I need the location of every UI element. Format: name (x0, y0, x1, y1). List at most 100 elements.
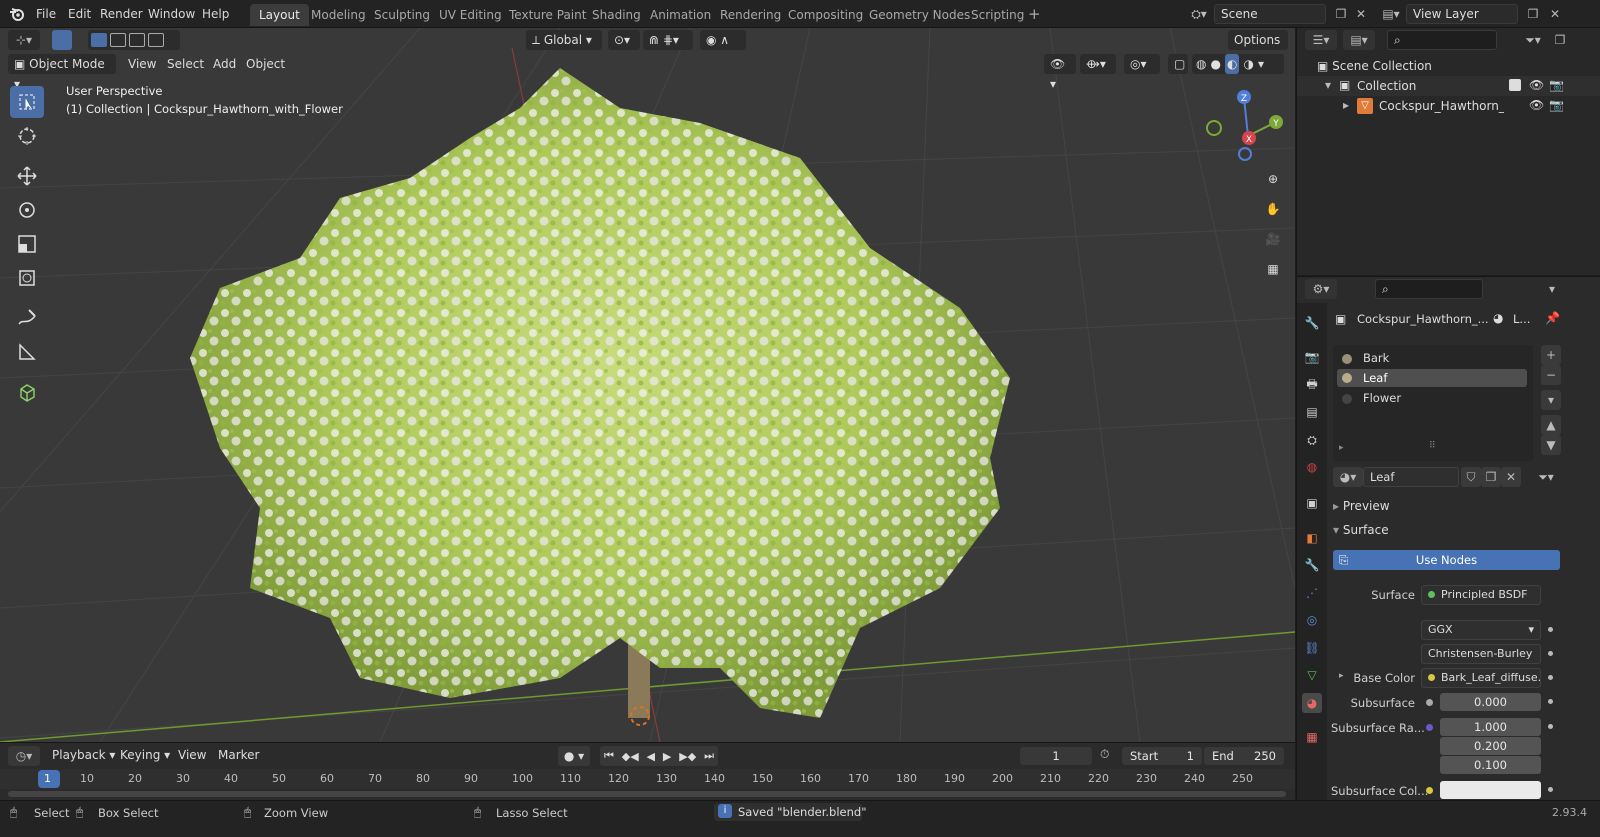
viewport-menu-view[interactable]: View (128, 54, 156, 74)
display-mode-icon[interactable]: ▤▾ (1343, 30, 1375, 50)
rendered-shading-icon[interactable]: ◑ (1243, 54, 1253, 74)
tab-scripting[interactable]: Scripting (962, 4, 1033, 26)
jump-keyframe-forward-icon[interactable]: ▶◆ (679, 750, 696, 763)
tool-measure-icon[interactable] (10, 336, 44, 368)
play-icon[interactable]: ▶ (663, 750, 671, 763)
gizmo-toggle-icon[interactable]: ⟴▾ (1080, 54, 1116, 74)
wireframe-shading-icon[interactable]: ◍ (1196, 54, 1206, 74)
status-report[interactable]: i Saved "blender.blend" (714, 803, 866, 821)
remove-slot-icon[interactable]: − (1541, 365, 1561, 385)
base-color-texture-field[interactable]: Bark_Leaf_diffuse.... (1421, 668, 1541, 688)
current-frame-field[interactable]: 1 (1020, 747, 1092, 765)
tool-transform-icon[interactable] (10, 262, 44, 294)
list-expand-icon[interactable]: ▸ (1339, 443, 1344, 453)
snap-icon[interactable]: ⋒ ⋕▾ (643, 30, 693, 50)
timeline-scrollbar[interactable] (8, 791, 1286, 797)
texture-tab-icon[interactable]: ▦ (1302, 727, 1322, 747)
end-frame-field[interactable]: End 250 (1204, 747, 1284, 765)
subsurface-radius-anim-dot[interactable] (1548, 724, 1553, 729)
solid-shading-icon[interactable]: ● (1210, 54, 1220, 74)
transform-orientation-dropdown[interactable]: ⟂ Global ▾ (526, 30, 602, 50)
properties-editor-type-icon[interactable]: ⚙▾ (1305, 279, 1337, 299)
mode-dropdown[interactable]: ▣ Object Mode ▾ (8, 54, 116, 91)
data-tab-icon[interactable]: ▽ (1302, 665, 1322, 685)
subsurface-color-anim-dot[interactable] (1548, 787, 1553, 792)
perspective-toggle-icon[interactable]: ▦ (1262, 258, 1284, 280)
tab-shading[interactable]: Shading (583, 4, 650, 26)
timeline-menu-keying[interactable]: Keying ▾ (120, 748, 170, 762)
subsurface-radius-z[interactable]: 0.100 (1440, 756, 1541, 774)
base-color-anim-dot[interactable] (1548, 675, 1553, 680)
pin-icon[interactable]: 📌 (1545, 311, 1560, 325)
menu-render[interactable]: Render (94, 4, 149, 24)
surface-shader-field[interactable]: Principled BSDF (1421, 585, 1541, 605)
material-slots-list[interactable]: Bark Leaf Flower ▸ ⠿ (1333, 345, 1533, 461)
tool-select-box-icon[interactable] (10, 86, 44, 118)
distribution-dropdown[interactable]: GGX ▾ (1421, 620, 1541, 640)
subsurface-color-swatch[interactable] (1440, 781, 1541, 799)
tab-compositing[interactable]: Compositing (779, 4, 872, 26)
timeline-menu-view[interactable]: View (178, 748, 206, 762)
constraints-tab-icon[interactable]: ⛓ (1302, 638, 1322, 658)
camera-view-icon[interactable]: 🎥 (1262, 228, 1284, 250)
tool-move-icon[interactable] (10, 160, 44, 192)
menu-window[interactable]: Window (142, 4, 201, 24)
view-layer-tab-icon[interactable]: ▤ (1302, 402, 1322, 422)
zoom-view-icon[interactable]: ⊕ (1262, 168, 1284, 190)
add-workspace-icon[interactable]: + (1028, 6, 1041, 22)
selection-invert-icon[interactable] (148, 33, 164, 47)
shading-options-icon[interactable]: ▾ (1258, 54, 1264, 74)
properties-search-input[interactable]: ⌕ (1375, 279, 1483, 299)
world-tab-icon[interactable]: ◍ (1302, 457, 1322, 477)
outliner-search-input[interactable]: ⌕ (1387, 30, 1497, 50)
material-slot-flower[interactable]: Flower (1337, 389, 1527, 407)
collection-expand-icon[interactable]: ▾ (1325, 78, 1331, 92)
subsurface-socket-icon[interactable] (1426, 699, 1433, 706)
jump-start-icon[interactable]: ⏮ (604, 749, 614, 763)
modifiers-tab-icon[interactable]: 🔧 (1302, 555, 1322, 575)
proportional-edit-icon[interactable]: ◉ ∧ (700, 30, 746, 50)
subsurface-radius-x[interactable]: 1.000 (1440, 718, 1541, 736)
outliner-editor-type-icon[interactable]: ☰▾ (1305, 30, 1337, 50)
view-layer-field[interactable]: View Layer (1406, 4, 1518, 24)
scene-tab-icon[interactable]: ⛭ (1302, 430, 1322, 450)
viewport-menu-select[interactable]: Select (167, 54, 204, 74)
tool-rotate-icon[interactable] (10, 194, 44, 226)
scene-collection-row[interactable]: ▣ Scene Collection (1317, 56, 1432, 76)
collection-visibility-icon[interactable]: 👁 (1529, 78, 1544, 92)
fake-user-icon[interactable]: ⛉ (1461, 467, 1481, 487)
material-tab-icon[interactable]: ◕ (1302, 693, 1322, 713)
scene-name-field[interactable]: Scene (1214, 4, 1326, 24)
move-slot-down-icon[interactable]: ▼ (1541, 435, 1561, 455)
new-view-layer-icon[interactable]: ❐ (1522, 4, 1544, 24)
output-tab-icon[interactable]: 🖶 (1302, 375, 1322, 395)
3d-viewport[interactable]: ⊹▾ ⟂ Global ▾ ⊙▾ ⋒ ⋕▾ ◉ ∧ Options ▾ ▣ Ob… (0, 28, 1295, 742)
object-expand-icon[interactable]: ▸ (1343, 98, 1349, 112)
unlink-material-icon[interactable]: ✕ (1501, 467, 1521, 487)
menu-edit[interactable]: Edit (62, 4, 97, 24)
material-name-field[interactable]: Leaf (1363, 467, 1459, 487)
preview-panel-header[interactable]: ▸ Preview (1333, 499, 1390, 513)
viewport-menu-object[interactable]: Object (246, 54, 285, 74)
selection-subtract-icon[interactable] (129, 33, 145, 47)
viewport-menu-add[interactable]: Add (213, 54, 236, 74)
selection-mode-group[interactable] (88, 30, 180, 50)
subsurface-field[interactable]: 0.000 (1440, 693, 1541, 711)
duplicate-material-icon[interactable]: ❐ (1481, 467, 1501, 487)
subsurface-anim-dot[interactable] (1548, 699, 1553, 704)
jump-end-icon[interactable]: ⏭ (704, 749, 714, 763)
tab-uv-editing[interactable]: UV Editing (430, 4, 511, 26)
object-row[interactable]: ▸ ▽ Cockspur_Hawthorn_with 👁 📷 (1297, 96, 1600, 116)
editor-type-icon[interactable]: ⊹▾ (8, 30, 40, 50)
object-visibility-icon[interactable]: 👁 (1529, 98, 1544, 112)
shading-mode-group[interactable]: ◍ ● ◐ ◑ ▾ (1192, 54, 1284, 74)
tool-tab-icon[interactable]: 🔧 (1302, 313, 1322, 333)
overlays-toggle-icon[interactable]: ◎▾ (1124, 54, 1160, 74)
selection-new-icon[interactable] (91, 33, 107, 47)
use-nodes-button[interactable]: ⎘ Use Nodes (1333, 550, 1560, 570)
options-dropdown[interactable]: Options ▾ (1228, 30, 1288, 67)
surface-panel-header[interactable]: ▾ Surface (1333, 523, 1389, 537)
menu-help[interactable]: Help (196, 4, 235, 24)
collection-tab-icon[interactable]: ▣ (1302, 493, 1322, 513)
timeline-menu-playback[interactable]: Playback ▾ (52, 748, 115, 762)
